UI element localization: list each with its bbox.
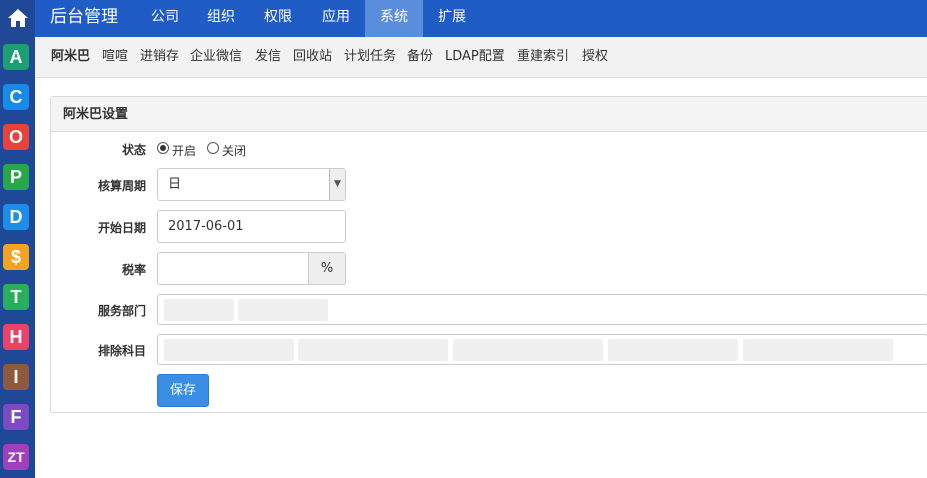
app-icon-zt[interactable]: ZT	[3, 444, 29, 470]
app-sidebar: A C O P D $ T H I F ZT	[0, 0, 35, 478]
status-on-label[interactable]: 开启	[172, 142, 196, 159]
subnav-xuanxuan[interactable]: 喧喧	[102, 37, 128, 77]
start-date-label: 开始日期	[97, 221, 146, 235]
nav-apps[interactable]: 应用	[307, 0, 365, 37]
status-off-label[interactable]: 关闭	[222, 142, 246, 159]
app-icon-o[interactable]: O	[3, 124, 29, 150]
period-value: 日	[168, 177, 182, 192]
exclude-subjects-label: 排除科目	[97, 344, 146, 358]
selected-tag	[164, 339, 294, 361]
top-navbar: 后台管理 公司 组织 权限 应用 系统 扩展	[35, 0, 927, 37]
app-icon-d[interactable]: D	[3, 204, 29, 230]
app-icon-t[interactable]: T	[3, 284, 29, 310]
save-button[interactable]: 保存	[157, 374, 209, 407]
percent-addon: %	[308, 252, 346, 285]
home-icon[interactable]	[0, 0, 35, 36]
nav-system[interactable]: 系统	[365, 0, 423, 37]
app-icon-p[interactable]: P	[3, 164, 29, 190]
app-icon-a[interactable]: A	[3, 44, 29, 70]
sub-navbar: 阿米巴 喧喧 进销存 企业微信 发信 回收站 计划任务 备份 LDAP配置 重建…	[35, 37, 927, 78]
selected-tag	[453, 339, 603, 361]
brand-title[interactable]: 后台管理	[50, 0, 118, 37]
app-icon-i[interactable]: I	[3, 364, 29, 390]
tax-label: 税率	[121, 263, 146, 277]
period-label: 核算周期	[97, 179, 146, 193]
subnav-wechat-work[interactable]: 企业微信	[190, 37, 242, 77]
nav-extensions[interactable]: 扩展	[423, 0, 481, 37]
exclude-subjects-multiselect[interactable]	[157, 334, 927, 365]
subnav-ldap[interactable]: LDAP配置	[445, 37, 505, 77]
chevron-down-icon: ▼	[329, 169, 345, 200]
status-on-radio[interactable]	[157, 142, 169, 154]
selected-tag	[164, 299, 234, 321]
subnav-rebuild-index[interactable]: 重建索引	[517, 37, 569, 77]
subnav-scheduled-tasks[interactable]: 计划任务	[344, 37, 396, 77]
subnav-license[interactable]: 授权	[582, 37, 608, 77]
status-label: 状态	[121, 143, 146, 157]
service-dept-multiselect[interactable]	[157, 294, 927, 325]
app-icon-c[interactable]: C	[3, 84, 29, 110]
service-dept-label: 服务部门	[97, 304, 146, 318]
status-off-radio[interactable]	[207, 142, 219, 154]
app-icon-f[interactable]: F	[3, 404, 29, 430]
amiba-settings-panel: 阿米巴设置 状态 开启 关闭 核算周期 日 ▼ 开始日期 2017-06-01 …	[50, 96, 927, 413]
selected-tag	[298, 339, 448, 361]
selected-tag	[608, 339, 738, 361]
app-icon-dollar[interactable]: $	[3, 244, 29, 270]
start-date-input[interactable]: 2017-06-01	[157, 210, 346, 243]
subnav-mail[interactable]: 发信	[255, 37, 281, 77]
nav-company[interactable]: 公司	[137, 0, 193, 37]
tax-input[interactable]	[157, 252, 309, 285]
selected-tag	[743, 339, 893, 361]
subnav-psi[interactable]: 进销存	[140, 37, 179, 77]
selected-tag	[238, 299, 328, 321]
nav-permissions[interactable]: 权限	[249, 0, 307, 37]
period-select[interactable]: 日 ▼	[157, 168, 346, 201]
subnav-recycle-bin[interactable]: 回收站	[293, 37, 332, 77]
app-icon-h[interactable]: H	[3, 324, 29, 350]
subnav-backup[interactable]: 备份	[407, 37, 433, 77]
subnav-amiba[interactable]: 阿米巴	[51, 37, 90, 77]
panel-title: 阿米巴设置	[51, 97, 927, 132]
nav-organization[interactable]: 组织	[193, 0, 249, 37]
